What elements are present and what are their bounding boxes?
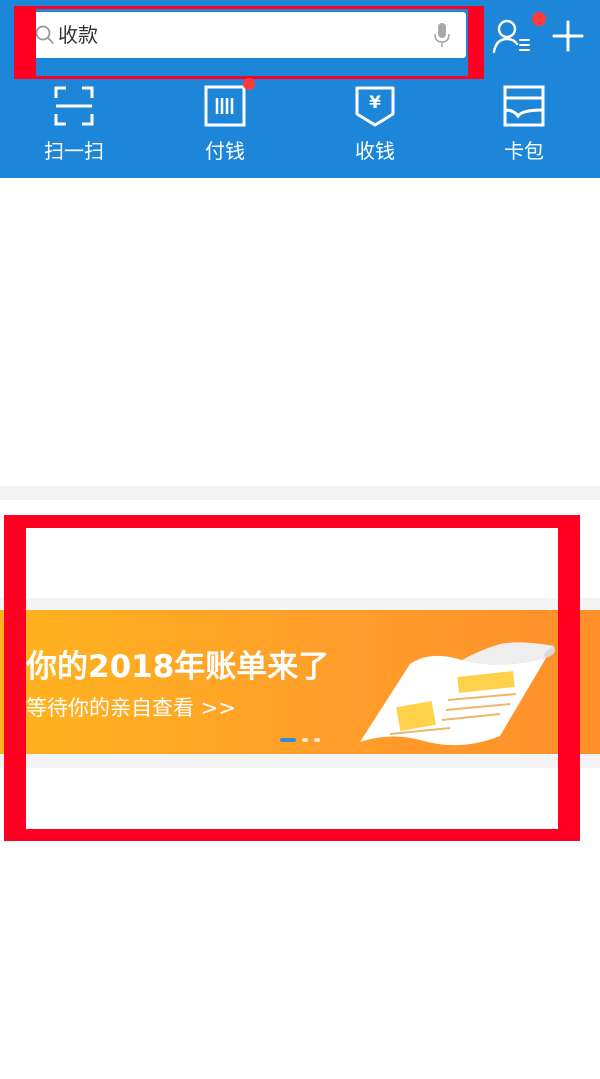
notification-badge: [243, 78, 255, 90]
annotation-box-search: [14, 6, 484, 79]
plus-icon[interactable]: [552, 20, 584, 52]
annotation-box-banner: [4, 515, 580, 841]
quick-action-label: 卡包: [504, 139, 544, 163]
quick-action-receive[interactable]: ¥ 收钱: [315, 84, 435, 170]
pay-barcode-icon: [204, 85, 246, 127]
quick-action-pay[interactable]: 付钱: [165, 78, 285, 170]
card-wallet-icon: [503, 85, 545, 127]
notification-badge: [532, 12, 546, 26]
svg-text:¥: ¥: [369, 93, 381, 113]
quick-action-label: 付钱: [205, 139, 245, 163]
scan-icon: [54, 86, 94, 126]
quick-action-label: 扫一扫: [44, 139, 104, 163]
header-bar: 收款 扫一扫 付钱 ¥ 收钱 卡包: [0, 0, 600, 178]
quick-action-label: 收钱: [355, 139, 395, 163]
screen: 收款 扫一扫 付钱 ¥ 收钱 卡包 你的2018年账单来了 等待你的亲自查看 >…: [0, 0, 600, 1079]
quick-action-scan[interactable]: 扫一扫: [14, 84, 134, 170]
receive-money-icon: ¥: [355, 86, 395, 127]
section-divider: [0, 486, 600, 500]
quick-action-cards[interactable]: 卡包: [464, 84, 584, 170]
contacts-icon[interactable]: [492, 18, 532, 54]
